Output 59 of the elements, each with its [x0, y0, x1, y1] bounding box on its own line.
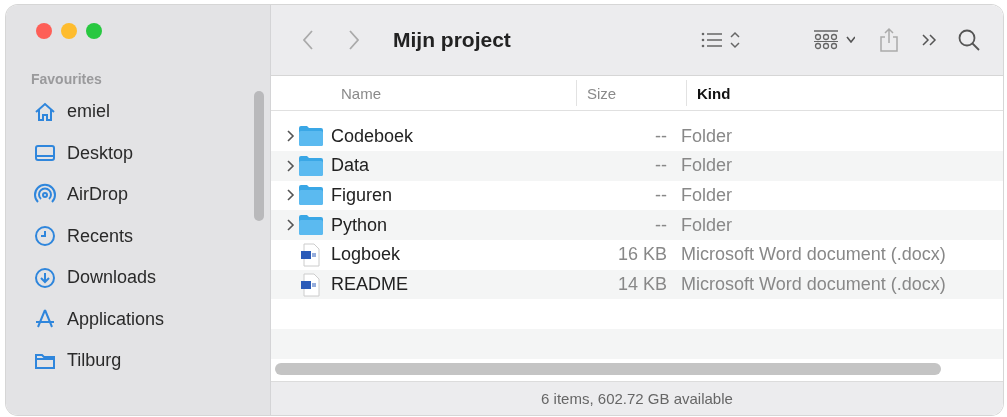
chevron-right-icon[interactable] — [285, 188, 295, 203]
word-document-icon — [299, 242, 323, 267]
chevron-right-icon[interactable] — [285, 218, 295, 233]
file-size: -- — [654, 184, 667, 206]
folder-icon — [299, 155, 323, 176]
sidebar-item[interactable]: Applications — [6, 298, 270, 340]
sidebar-item-label: AirDrop — [67, 184, 128, 206]
chevron-right-icon[interactable] — [285, 158, 295, 173]
file-name: README — [331, 274, 409, 296]
sidebar-item[interactable]: AirDrop — [6, 174, 270, 216]
file-row[interactable]: Data -- Folder — [271, 150, 1003, 181]
clock-icon — [33, 224, 57, 249]
file-name: Figuren — [331, 184, 394, 206]
file-size: -- — [654, 155, 667, 177]
file-size: -- — [654, 214, 667, 236]
file-row[interactable]: Python -- Folder — [271, 210, 1003, 240]
sidebar-item[interactable]: Desktop — [6, 132, 270, 174]
sidebar-item-label: emiel — [67, 101, 110, 123]
scrollbar-thumb[interactable] — [275, 362, 941, 375]
file-kind: Microsoft Word document (.docx) — [681, 244, 946, 266]
share-icon — [879, 27, 899, 54]
column-header[interactable]: Kind — [686, 80, 986, 107]
sidebar-item-label: Downloads — [67, 267, 157, 289]
sidebar-item-label: Recents — [67, 225, 134, 247]
file-name: Codeboek — [331, 125, 415, 147]
chevron-right-icon[interactable] — [285, 129, 295, 144]
file-name: Logboek — [331, 244, 402, 266]
folder-icon — [299, 126, 323, 147]
folder-icon — [299, 185, 323, 206]
sidebar-item-label: Tilburg — [67, 350, 122, 372]
file-kind: Folder — [681, 214, 733, 236]
file-kind: Folder — [681, 155, 733, 177]
file-kind: Folder — [681, 184, 733, 206]
sidebar-item[interactable]: Downloads — [6, 257, 270, 299]
sidebar-item[interactable]: Tilburg — [6, 340, 270, 382]
group-button[interactable] — [813, 29, 855, 52]
sidebar-item[interactable]: Recents — [6, 215, 270, 257]
sidebar-item-label: Applications — [67, 308, 165, 330]
file-kind: Folder — [681, 125, 733, 147]
column-header[interactable]: Name — [271, 80, 576, 107]
window-title: Mijn project — [393, 28, 512, 53]
file-row[interactable]: README 14 KB Microsoft Word document (.docx) — [271, 269, 1003, 300]
word-document-icon — [299, 272, 323, 297]
search-icon — [957, 28, 981, 53]
sidebar-section-title: Favourites — [30, 70, 103, 89]
file-size: 16 KB — [616, 244, 667, 266]
scrollbar-thumb[interactable] — [254, 91, 264, 221]
grid-icon — [813, 29, 839, 52]
download-icon — [33, 265, 57, 290]
sidebar-item-label: Desktop — [67, 142, 134, 164]
search-button[interactable] — [957, 28, 981, 53]
folder-icon — [299, 215, 323, 236]
status-bar: 6 items, 602.72 GB available — [271, 381, 1003, 415]
file-name: Data — [331, 155, 371, 177]
sidebar-item[interactable]: emiel — [6, 91, 270, 133]
file-size: -- — [654, 125, 667, 147]
file-size: 14 KB — [616, 274, 667, 296]
file-name: Python — [331, 214, 389, 236]
file-kind: Microsoft Word document (.docx) — [681, 274, 946, 296]
